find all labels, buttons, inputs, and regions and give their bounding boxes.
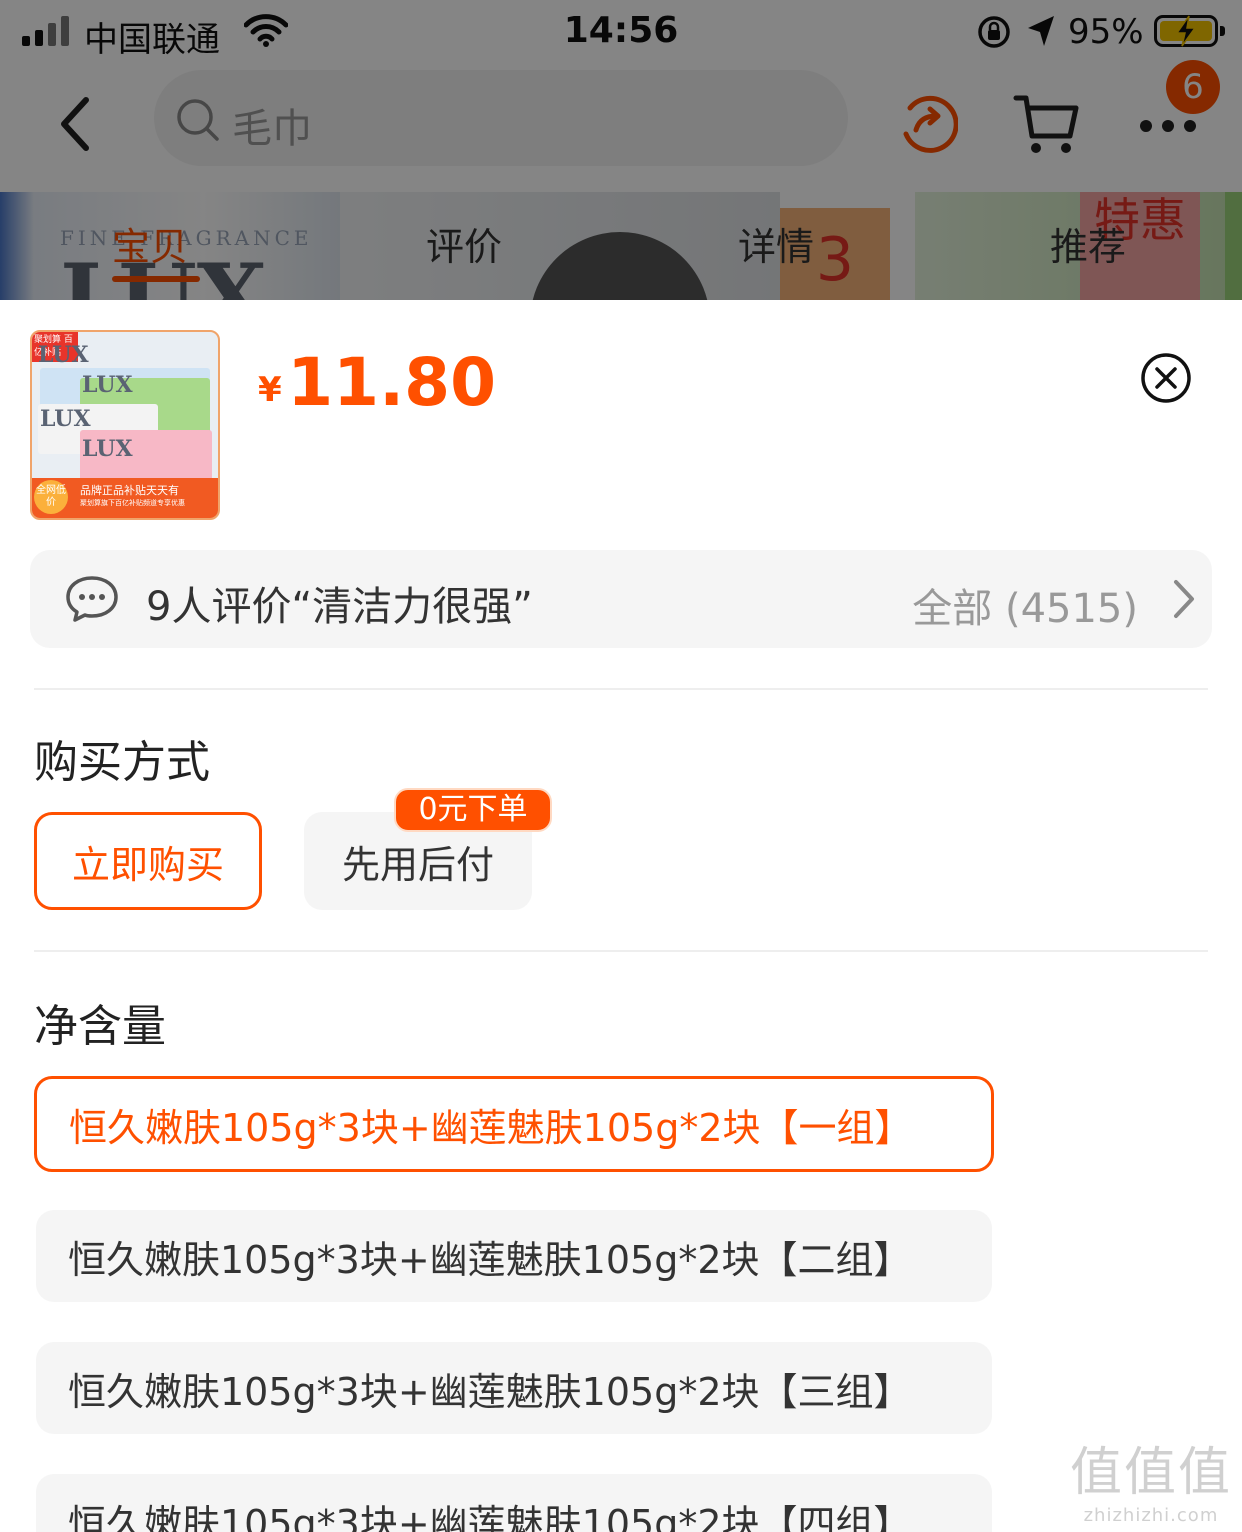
chevron-right-icon [1174, 580, 1194, 618]
purchase-method-title: 购买方式 [34, 737, 210, 788]
price-currency: ¥ [258, 370, 282, 410]
close-icon[interactable] [1140, 352, 1192, 404]
review-all-count: 全部 (4515) [912, 586, 1138, 632]
watermark-logo: 值值值 [1069, 1443, 1232, 1503]
dim-overlay[interactable] [0, 0, 1242, 300]
watermark: 值值值 zhizhizhi.com [1070, 1430, 1232, 1526]
zero-down-badge: 0元下单 [394, 788, 552, 832]
thumb-logo-2: LUX [82, 372, 133, 398]
product-thumbnail[interactable]: 聚划算 百亿补贴 LUX LUX LUX LUX 品牌正品补贴天天有 聚划算旗下… [30, 330, 220, 520]
sku-option-label: 恒久嫩肤105g*3块+幽莲魅肤105g*2块【四组】 [68, 1501, 912, 1532]
option-buy-now-label: 立即购买 [71, 842, 224, 887]
watermark-url: zhizhizhi.com [1083, 1505, 1219, 1526]
sku-option-label: 恒久嫩肤105g*3块+幽莲魅肤105g*2块【二组】 [68, 1237, 912, 1282]
option-buy-now[interactable]: 立即购买 [34, 812, 262, 910]
sku-selection-sheet: 聚划算 百亿补贴 LUX LUX LUX LUX 品牌正品补贴天天有 聚划算旗下… [0, 300, 1242, 1532]
thumb-logo-3: LUX [40, 406, 91, 432]
net-content-title: 净含量 [34, 1001, 166, 1052]
thumb-logo-1: LUX [38, 342, 89, 368]
price-value: 11.80 [287, 344, 497, 421]
thumb-footer-sub: 聚划算旗下百亿补贴频道专享优惠 [80, 499, 185, 507]
comment-icon [66, 576, 118, 622]
price: ¥ 11.80 [258, 344, 496, 421]
review-summary-bar[interactable]: 9人评价“清洁力很强” 全部 (4515) [30, 550, 1212, 648]
sku-option-2[interactable]: 恒久嫩肤105g*3块+幽莲魅肤105g*2块【二组】 [36, 1210, 992, 1302]
thumb-logo-4: LUX [82, 436, 133, 462]
sku-option-1[interactable]: 恒久嫩肤105g*3块+幽莲魅肤105g*2块【一组】 [34, 1076, 994, 1172]
review-highlight: 9人评价“清洁力很强” [146, 584, 533, 630]
background-page: FINE FRAGRANCE LUX 3 特惠 宝贝 评价 详情 推荐 中国联通… [0, 0, 1242, 300]
sku-option-4[interactable]: 恒久嫩肤105g*3块+幽莲魅肤105g*2块【四组】 [36, 1474, 992, 1532]
sku-option-label: 恒久嫩肤105g*3块+幽莲魅肤105g*2块【三组】 [68, 1369, 912, 1414]
sku-option-label: 恒久嫩肤105g*3块+幽莲魅肤105g*2块【一组】 [69, 1105, 913, 1150]
divider [34, 688, 1208, 690]
thumb-footer-text: 品牌正品补贴天天有 [80, 484, 179, 497]
divider [34, 950, 1208, 952]
thumb-low-price: 全网低价 [34, 480, 68, 514]
sku-option-3[interactable]: 恒久嫩肤105g*3块+幽莲魅肤105g*2块【三组】 [36, 1342, 992, 1434]
